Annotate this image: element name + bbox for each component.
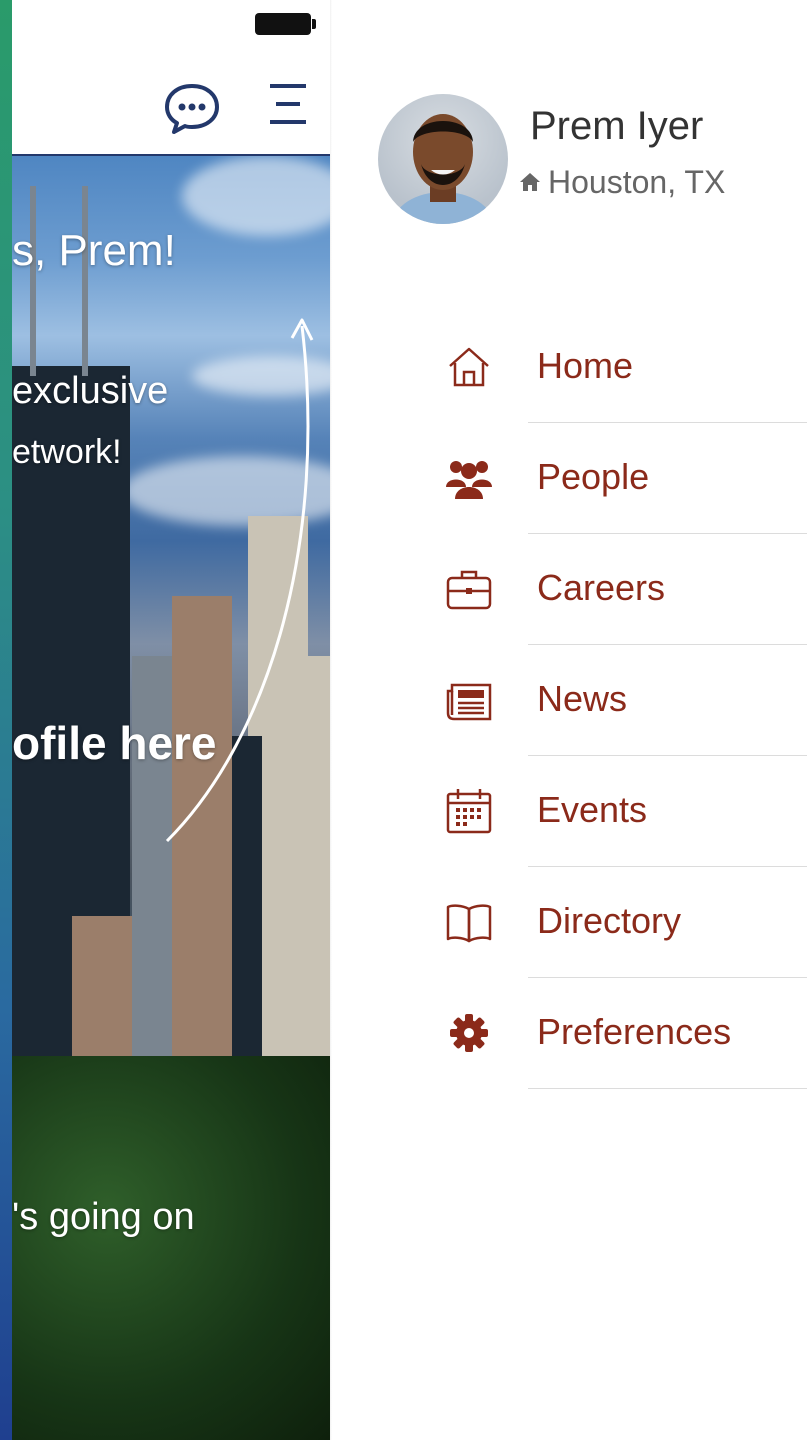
hamburger-menu-icon[interactable] xyxy=(262,80,314,130)
home-icon xyxy=(449,347,489,387)
hero-greeting: s, Prem! xyxy=(12,226,176,275)
menu-item-label: Preferences xyxy=(537,1011,732,1052)
menu-item-label: Home xyxy=(537,345,634,386)
menu-item-label: News xyxy=(537,678,628,719)
menu-item-home[interactable]: Home xyxy=(332,312,807,423)
annotation-arrow xyxy=(165,318,314,843)
main-app-panel[interactable]: s, Prem! exclusive etwork! ofile here 's… xyxy=(12,0,330,1440)
menu-item-preferences[interactable]: Preferences xyxy=(332,978,807,1089)
menu-item-careers[interactable]: Careers xyxy=(332,534,807,645)
menu-item-label: People xyxy=(537,456,650,497)
hero-going-on: 's going on xyxy=(12,1196,195,1238)
navigation-drawer: Prem Iyer Houston, TX Home People Career… xyxy=(332,0,807,1440)
briefcase-icon xyxy=(446,570,492,610)
user-location: Houston, TX xyxy=(518,162,725,202)
gear-icon xyxy=(450,1014,488,1052)
antenna xyxy=(82,186,88,376)
background-edge xyxy=(0,0,12,1440)
user-name: Prem Iyer xyxy=(530,104,704,148)
menu-item-events[interactable]: Events xyxy=(332,756,807,867)
chat-bubble-icon[interactable] xyxy=(162,80,222,136)
menu-item-label: Events xyxy=(537,789,648,830)
book-icon xyxy=(446,904,492,943)
menu-item-directory[interactable]: Directory xyxy=(332,867,807,978)
antenna xyxy=(30,186,36,376)
menu-item-label: Careers xyxy=(537,567,666,608)
menu-item-people[interactable]: People xyxy=(332,423,807,534)
battery-icon xyxy=(255,13,311,35)
tree-line xyxy=(12,1056,330,1440)
cloud xyxy=(182,156,330,236)
calendar-icon xyxy=(446,789,492,834)
avatar[interactable] xyxy=(378,94,508,224)
hero-line-2: etwork! xyxy=(12,433,122,471)
app-header xyxy=(12,50,330,156)
drawer-menu: Home People Careers News Events Director… xyxy=(332,312,807,1089)
hero-image: s, Prem! exclusive etwork! ofile here 's… xyxy=(12,156,330,1440)
user-location-text: Houston, TX xyxy=(548,163,726,200)
hero-line-1: exclusive xyxy=(12,370,169,412)
home-icon xyxy=(520,173,540,191)
divider xyxy=(528,1088,807,1089)
newspaper-icon xyxy=(446,683,492,721)
menu-item-label: Directory xyxy=(537,900,682,941)
battery-tip xyxy=(312,19,316,29)
status-bar xyxy=(12,0,330,50)
people-icon xyxy=(446,461,492,499)
menu-item-news[interactable]: News xyxy=(332,645,807,756)
